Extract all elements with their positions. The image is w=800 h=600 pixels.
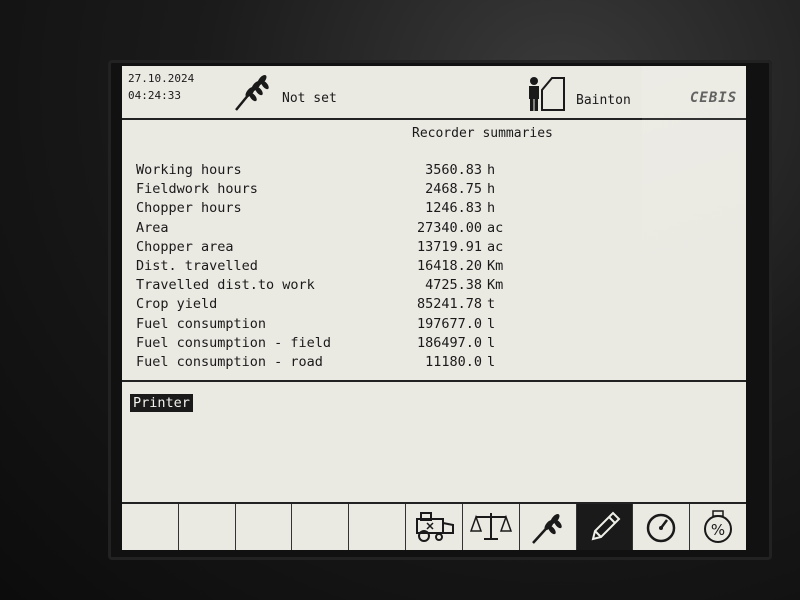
summary-unit: ac: [487, 238, 504, 255]
summary-unit: l: [487, 353, 496, 370]
summary-value: 16418.20: [416, 257, 482, 274]
gauge-icon: [646, 513, 676, 543]
harvester-icon: [415, 512, 454, 542]
summary-value: 13719.91: [416, 238, 482, 255]
time-readout: 04:24:33: [128, 89, 181, 102]
summary-row: Chopper hours 1246.83 h: [136, 200, 596, 219]
summary-row: Crop yield 85241.78 t: [136, 296, 596, 315]
summary-list: Working hours 3560.83 h Fieldwork hours …: [136, 162, 596, 373]
terminal-screen: 27.10.2024 04:24:33 Not set Bainton CEBI…: [122, 66, 746, 550]
summary-label: Dist. travelled: [136, 257, 258, 274]
softkey-1[interactable]: [122, 504, 179, 550]
softkey-2[interactable]: [179, 504, 236, 550]
softkey-crop[interactable]: [520, 504, 577, 550]
summary-label: Travelled dist.to work: [136, 277, 315, 294]
summary-label: Area: [136, 219, 169, 236]
summary-value: 1246.83: [425, 200, 482, 217]
softkey-3[interactable]: [236, 504, 293, 550]
summary-label: Fuel consumption - field: [136, 334, 332, 351]
section-divider: [122, 380, 746, 382]
softkey-gauge[interactable]: [633, 504, 691, 550]
softkey-harvester[interactable]: [406, 504, 463, 550]
svg-text:%: %: [711, 521, 725, 539]
summary-row: Area 27340.00 ac: [136, 220, 596, 239]
brand-logo: CEBIS: [690, 90, 738, 106]
summary-value: 2468.75: [425, 181, 482, 198]
summary-row: Working hours 3560.83 h: [136, 162, 596, 181]
date-readout: 27.10.2024: [128, 72, 195, 85]
summary-unit: h: [487, 181, 496, 198]
page-title: Recorder summaries: [412, 126, 553, 141]
summary-label: Fuel consumption - road: [136, 353, 323, 370]
scales-icon: [469, 513, 512, 540]
summary-label: Fuel consumption: [136, 315, 267, 332]
summary-row: Chopper area 13719.91 ac: [136, 239, 596, 258]
summary-unit: h: [487, 200, 496, 217]
summary-value: 3560.83: [425, 162, 482, 178]
wheat-icon: [235, 75, 269, 111]
summary-value: 11180.0: [425, 353, 482, 370]
softkey-5[interactable]: [349, 504, 407, 550]
summary-label: Crop yield: [136, 296, 218, 313]
crop-icon: [531, 514, 562, 544]
operator-icon: [529, 77, 565, 111]
summary-row: Fuel consumption - road 11180.0 l: [136, 354, 596, 373]
percent-icon: %: [704, 510, 733, 543]
summary-row: Travelled dist.to work 4725.38 Km: [136, 277, 596, 296]
summary-value: 4725.38: [425, 277, 482, 294]
summary-label: Chopper area: [136, 238, 234, 255]
status-header: 27.10.2024 04:24:33 Not set Bainton CEBI…: [122, 66, 746, 120]
summary-unit: l: [487, 315, 496, 332]
crop-type-label[interactable]: Not set: [282, 91, 337, 106]
summary-unit: l: [487, 334, 496, 351]
operator-label[interactable]: Bainton: [576, 93, 631, 108]
summary-row: Fuel consumption 197677.0 l: [136, 316, 596, 335]
softkey-percent[interactable]: %: [690, 504, 746, 550]
softkey-bar: %: [122, 502, 746, 550]
summary-unit: Km: [487, 257, 504, 274]
printer-option[interactable]: Printer: [130, 394, 193, 412]
summary-unit: h: [487, 162, 496, 178]
summary-value: 197677.0: [416, 315, 482, 332]
summary-row: Fieldwork hours 2468.75 h: [136, 181, 596, 200]
summary-label: Fieldwork hours: [136, 181, 258, 198]
summary-row: Dist. travelled 16418.20 Km: [136, 258, 596, 277]
softkey-pencil[interactable]: [576, 504, 634, 550]
summary-value: 186497.0: [416, 334, 482, 351]
softkey-scales[interactable]: [463, 504, 520, 550]
summary-value: 85241.78: [416, 296, 482, 313]
summary-unit: t: [487, 296, 496, 313]
summary-row: Fuel consumption - field 186497.0 l: [136, 335, 596, 354]
summary-unit: ac: [487, 219, 504, 236]
summary-value: 27340.00: [416, 219, 482, 236]
softkey-4[interactable]: [292, 504, 350, 550]
pencil-icon: [592, 511, 621, 541]
summary-label: Chopper hours: [136, 200, 242, 217]
datetime: 27.10.2024 04:24:33: [128, 70, 194, 104]
summary-label: Working hours: [136, 162, 242, 178]
summary-unit: Km: [487, 277, 504, 294]
